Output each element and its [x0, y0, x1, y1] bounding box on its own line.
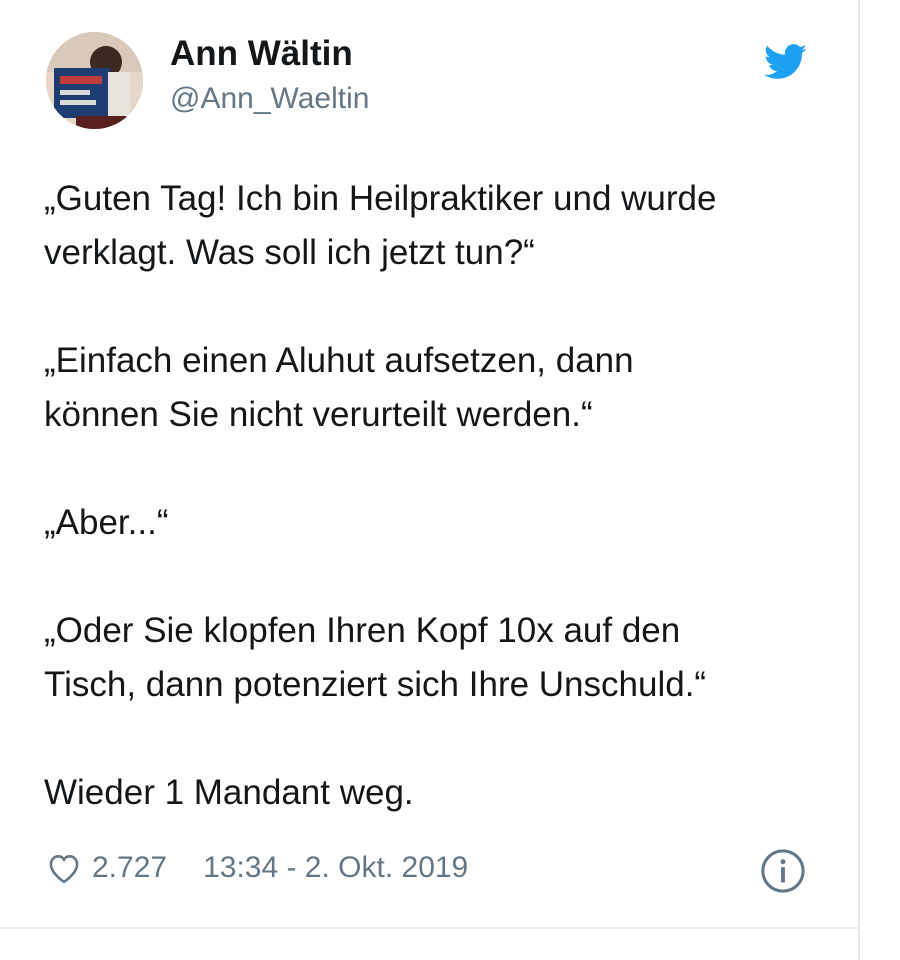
tweet-footer: 2.727 13:34 - 2. Okt. 2019 [46, 846, 816, 890]
heart-icon[interactable] [46, 852, 82, 884]
tweet-text: „Guten Tag! Ich bin Heilpraktiker und wu… [44, 172, 844, 820]
twitter-bird-icon[interactable] [764, 44, 808, 80]
like-count[interactable]: 2.727 [92, 851, 167, 885]
tweet-paragraph: „Einfach einen Aluhut aufsetzen, dann kö… [44, 341, 634, 434]
info-icon[interactable] [760, 848, 806, 894]
divider [0, 927, 858, 929]
tweet-paragraph: „Aber...“ [44, 503, 169, 542]
tweet-paragraph: Wieder 1 Mandant weg. [44, 773, 414, 812]
author-handle[interactable]: @Ann_Waeltin [170, 82, 369, 116]
page-edge-divider [858, 0, 860, 960]
page: Ann Wältin @Ann_Waeltin „Guten Tag! Ich … [0, 0, 900, 960]
timestamp[interactable]: 13:34 - 2. Okt. 2019 [203, 851, 468, 885]
tweet-paragraph: „Guten Tag! Ich bin Heilpraktiker und wu… [44, 179, 717, 272]
avatar[interactable] [46, 32, 143, 129]
tweet-card[interactable]: Ann Wältin @Ann_Waeltin „Guten Tag! Ich … [0, 0, 858, 960]
author-name[interactable]: Ann Wältin [170, 34, 353, 74]
tweet-paragraph: „Oder Sie klopfen Ihren Kopf 10x auf den… [44, 611, 707, 704]
